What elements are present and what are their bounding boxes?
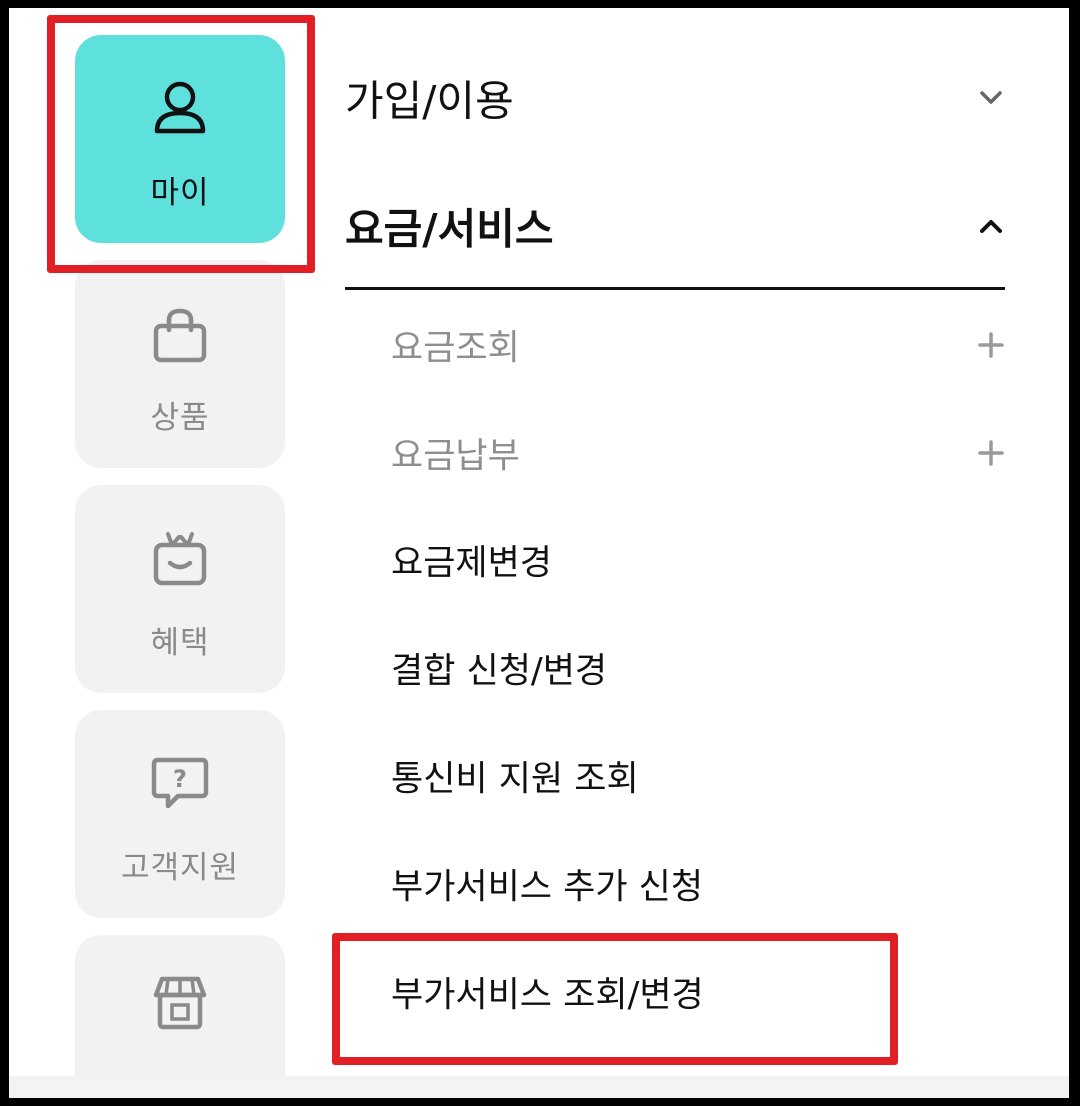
section-label: 요금/서비스 [345,204,554,254]
section-join-use[interactable]: 가입/이용 [345,58,1005,138]
section-divider [345,287,1005,290]
plus-icon [978,440,1004,466]
menu-item-label: 결합 신청/변경 [391,651,608,692]
sidebar-item-label: 혜택 [150,625,210,661]
app-frame: 마이 상품 혜택 ? 고객지원 가입/이용 요금/서비스 요금조회 요금납부 요… [9,8,1069,1076]
menu-item-label: 부가서비스 추가 신청 [391,867,704,908]
shopping-bag-icon [153,308,207,363]
sidebar-item-label: 상품 [150,400,210,436]
menu-item-fee-inquiry[interactable]: 요금조회 [345,305,1005,385]
menu-item-bundle-change[interactable]: 결합 신청/변경 [345,628,1005,708]
sidebar-item-support[interactable]: ? 고객지원 [75,710,285,918]
menu-item-label: 요금제변경 [391,543,553,584]
store-icon [153,976,207,1030]
svg-text:?: ? [173,765,187,793]
bottom-edge [9,1076,1069,1098]
chevron-up-icon [980,220,1002,233]
highlight-box-my [47,15,315,273]
plus-icon [978,332,1004,358]
section-label: 가입/이용 [345,76,514,126]
question-chat-icon: ? [151,757,209,809]
menu-item-label: 요금납부 [391,436,520,477]
chevron-down-icon [980,91,1002,104]
sidebar-item-products[interactable]: 상품 [75,260,285,468]
sidebar-item-benefits[interactable]: 혜택 [75,485,285,693]
menu-item-telecom-support[interactable]: 통신비 지원 조회 [345,736,1005,816]
highlight-box-addon-manage [332,933,898,1065]
menu-item-label: 통신비 지원 조회 [391,759,639,800]
menu-item-fee-payment[interactable]: 요금납부 [345,413,1005,493]
gift-icon [153,532,207,586]
menu-item-plan-change[interactable]: 요금제변경 [345,520,1005,600]
section-fee-service[interactable]: 요금/서비스 [345,186,1005,266]
sidebar-item-store[interactable] [75,935,285,1076]
menu-item-label: 요금조회 [391,328,520,369]
sidebar-item-label: 고객지원 [120,850,240,886]
menu-item-addon-request[interactable]: 부가서비스 추가 신청 [345,844,1005,924]
